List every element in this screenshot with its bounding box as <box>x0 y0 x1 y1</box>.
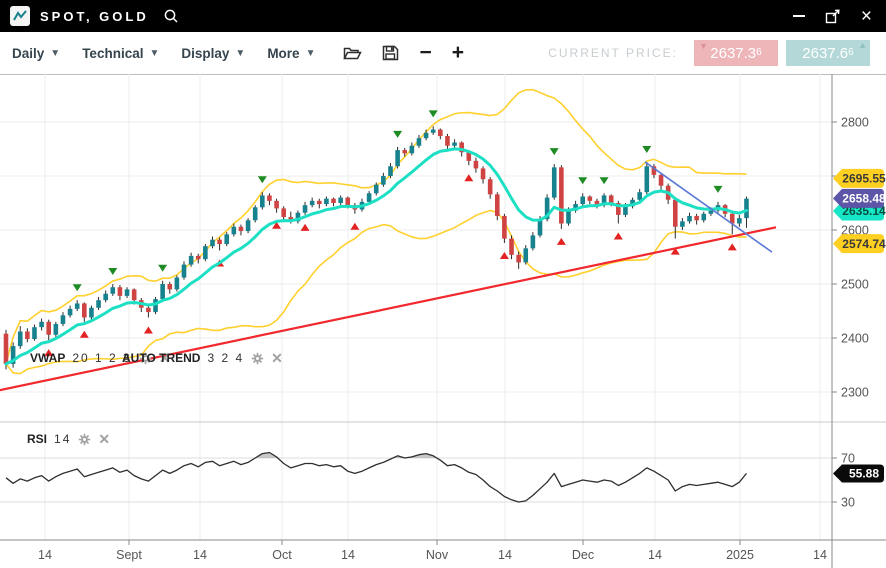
more-dropdown[interactable]: More ▼ <box>267 46 315 61</box>
price-label-badge: 2658.48 <box>833 189 886 208</box>
floppy-disk-icon <box>382 45 399 61</box>
ask-price-badge: 2637.66▲ <box>786 40 870 66</box>
trade-signal-markers <box>44 110 737 356</box>
rsi-panel[interactable] <box>6 453 746 541</box>
svg-text:2574.74: 2574.74 <box>842 237 886 251</box>
svg-text:2400: 2400 <box>841 332 869 346</box>
sell-marker-icon <box>550 148 559 155</box>
autotrend-indicator-params: 3 2 4 <box>207 351 244 365</box>
chart-svg[interactable]: 280027002600250024002300703014Sept14Oct1… <box>0 74 886 568</box>
svg-text:2695.55: 2695.55 <box>842 172 886 186</box>
svg-text:14: 14 <box>193 548 207 562</box>
app-logo-icon <box>10 6 30 26</box>
rsi-indicator-legend: RSI 14 ✕ <box>27 432 110 446</box>
autotrend-indicator-legend: AUTO TREND 3 2 4 ✕ <box>122 351 283 365</box>
down-arrow-icon: ▼ <box>699 41 708 51</box>
buy-marker-icon <box>464 174 473 181</box>
svg-text:30: 30 <box>841 496 855 510</box>
technical-dropdown[interactable]: Technical ▼ <box>82 46 159 61</box>
svg-text:Dec: Dec <box>572 548 594 562</box>
close-button[interactable]: × <box>861 7 872 26</box>
svg-text:2500: 2500 <box>841 278 869 292</box>
buy-marker-icon <box>144 326 153 333</box>
sell-marker-icon <box>258 176 267 183</box>
sell-marker-icon <box>429 110 438 117</box>
bid-price-badge: ▼2637.36 <box>694 40 778 66</box>
price-label-badge: 2695.55 <box>833 169 886 188</box>
svg-text:Oct: Oct <box>272 548 292 562</box>
current-price-cluster: CURRENT PRICE: ▼2637.36 2637.66▲ <box>548 40 878 66</box>
buy-marker-icon <box>80 331 89 338</box>
svg-text:14: 14 <box>341 548 355 562</box>
sell-marker-icon <box>393 131 402 138</box>
sell-marker-icon <box>600 177 609 184</box>
folder-open-icon <box>343 45 362 61</box>
sell-marker-icon <box>578 177 587 184</box>
sell-marker-icon <box>108 268 117 275</box>
svg-text:2025: 2025 <box>726 548 754 562</box>
buy-marker-icon <box>301 224 310 231</box>
svg-text:14: 14 <box>648 548 662 562</box>
display-dropdown[interactable]: Display ▼ <box>181 46 245 61</box>
buy-marker-icon <box>728 243 737 250</box>
rsi-line <box>6 453 746 503</box>
symbol-title: SPOT, GOLD <box>40 9 149 24</box>
chevron-down-icon: ▼ <box>306 48 316 59</box>
trading-app-window: SPOT, GOLD × Daily ▼ Technical ▼ Display… <box>0 0 886 568</box>
svg-text:14: 14 <box>813 548 827 562</box>
chevron-down-icon: ▼ <box>149 48 159 59</box>
popout-icon <box>825 9 841 24</box>
sell-marker-icon <box>714 186 723 193</box>
minimize-icon <box>793 15 805 17</box>
up-arrow-icon: ▲ <box>858 40 867 50</box>
svg-text:2300: 2300 <box>841 386 869 400</box>
svg-text:2800: 2800 <box>841 116 869 130</box>
auto-trend-support[interactable] <box>0 227 776 391</box>
chart-canvas[interactable]: 280027002600250024002300703014Sept14Oct1… <box>0 74 886 568</box>
rsi-remove-icon[interactable]: ✕ <box>98 433 110 445</box>
candlesticks <box>4 126 749 369</box>
zoom-out-button[interactable]: − <box>419 43 431 63</box>
rsi-indicator-params: 14 <box>54 432 71 446</box>
zoom-in-button[interactable]: + <box>452 43 464 63</box>
autotrend-indicator-name: AUTO TREND <box>122 351 200 365</box>
buy-marker-icon <box>350 223 359 230</box>
open-layout-button[interactable] <box>343 45 362 61</box>
sell-marker-icon <box>158 265 167 272</box>
svg-text:14: 14 <box>38 548 52 562</box>
title-bar: SPOT, GOLD × <box>0 0 886 32</box>
save-layout-button[interactable] <box>382 45 399 61</box>
buy-marker-icon <box>557 238 566 245</box>
timeframe-dropdown[interactable]: Daily ▼ <box>12 46 60 61</box>
price-label-badge: 2574.74 <box>833 234 886 253</box>
chevron-down-icon: ▼ <box>50 48 60 59</box>
rsi-indicator-name: RSI <box>27 432 47 446</box>
buy-marker-icon <box>614 233 623 240</box>
svg-text:70: 70 <box>841 452 855 466</box>
price-label-badge: 55.88 <box>833 465 884 483</box>
vwap-indicator-name: VWAP <box>30 351 65 365</box>
sell-marker-icon <box>73 284 82 291</box>
close-icon: × <box>861 7 872 26</box>
autotrend-remove-icon[interactable]: ✕ <box>271 352 283 364</box>
minimize-button[interactable] <box>793 15 805 17</box>
sell-marker-icon <box>642 146 651 153</box>
bollinger-bands <box>6 90 746 374</box>
time-axis[interactable]: 14 Sept 14 Oct 14 Nov 14 Dec 14 2025 14 <box>38 548 827 562</box>
autotrend-settings-gear-icon[interactable] <box>251 352 264 365</box>
svg-text:Nov: Nov <box>426 548 449 562</box>
svg-text:14: 14 <box>498 548 512 562</box>
current-price-label: CURRENT PRICE: <box>548 46 678 60</box>
svg-text:2658.48: 2658.48 <box>842 192 886 206</box>
buy-marker-icon <box>500 252 509 259</box>
svg-text:55.88: 55.88 <box>849 467 879 481</box>
chart-toolbar: Daily ▼ Technical ▼ Display ▼ More ▼ − +… <box>0 32 886 75</box>
rsi-settings-gear-icon[interactable] <box>78 433 91 446</box>
symbol-search-icon[interactable] <box>163 8 179 24</box>
svg-text:Sept: Sept <box>116 548 142 562</box>
popout-window-button[interactable] <box>825 9 841 24</box>
chevron-down-icon: ▼ <box>235 48 245 59</box>
